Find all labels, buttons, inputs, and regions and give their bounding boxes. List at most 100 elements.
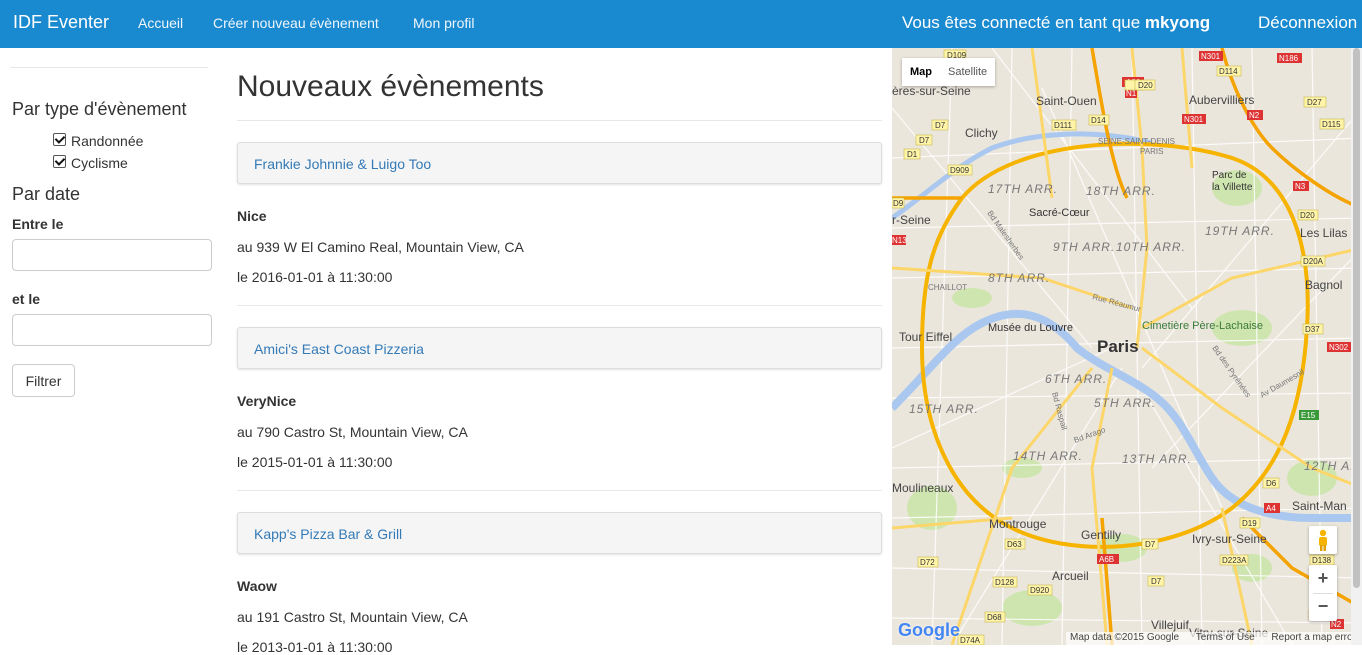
- username: mkyong: [1144, 13, 1211, 32]
- zoom-in-button[interactable]: +: [1309, 565, 1337, 593]
- svg-text:Gentilly: Gentilly: [1081, 528, 1121, 542]
- svg-text:Ivry-sur-Seine: Ivry-sur-Seine: [1192, 532, 1267, 546]
- svg-text:Moulineaux: Moulineaux: [892, 481, 953, 495]
- svg-text:r-Seine: r-Seine: [892, 213, 931, 227]
- scrollbar-thumb[interactable]: [1353, 48, 1360, 588]
- svg-text:D63: D63: [1007, 540, 1022, 549]
- svg-text:8TH ARR.: 8TH ARR.: [988, 271, 1050, 285]
- event-title-link[interactable]: Amici's East Coast Pizzeria: [254, 341, 424, 357]
- svg-text:N302: N302: [1329, 343, 1349, 352]
- svg-text:D19: D19: [1242, 519, 1257, 528]
- svg-text:9TH ARR.: 9TH ARR.: [1053, 240, 1115, 254]
- event-date: le 2016-01-01 à 11:30:00: [237, 269, 393, 285]
- event-name: VeryNice: [237, 393, 297, 409]
- svg-text:D37: D37: [1305, 325, 1320, 334]
- svg-text:D7: D7: [935, 121, 946, 130]
- event-date: le 2013-01-01 à 11:30:00: [237, 639, 393, 655]
- svg-text:N2: N2: [1249, 111, 1260, 120]
- svg-text:PARIS: PARIS: [1140, 147, 1163, 156]
- svg-text:D68: D68: [987, 613, 1002, 622]
- svg-text:Sacré-Cœur: Sacré-Cœur: [1029, 207, 1090, 219]
- sidebar-divider: [10, 67, 208, 68]
- title-divider: [237, 120, 882, 121]
- svg-text:D7: D7: [919, 136, 930, 145]
- svg-text:19TH ARR.: 19TH ARR.: [1205, 224, 1275, 238]
- svg-text:Les Lilas: Les Lilas: [1300, 226, 1347, 240]
- svg-text:15TH ARR.: 15TH ARR.: [909, 402, 979, 416]
- svg-text:D6: D6: [1266, 479, 1277, 488]
- svg-text:Saint-Ouen: Saint-Ouen: [1036, 94, 1097, 108]
- street-view-pegman-icon[interactable]: [1309, 526, 1337, 554]
- svg-text:D223A: D223A: [1222, 556, 1247, 565]
- event-title-link[interactable]: Frankie Johnnie & Luigo Too: [254, 156, 431, 172]
- checkbox-checked-icon[interactable]: [53, 132, 66, 146]
- svg-text:Bagnol: Bagnol: [1305, 278, 1342, 292]
- svg-text:10TH ARR.: 10TH ARR.: [1116, 240, 1186, 254]
- map-data-credit: Map data ©2015 Google: [1070, 632, 1180, 643]
- page-title: Nouveaux évènements: [237, 70, 544, 103]
- map-view[interactable]: D109 A86 N301 D114 N186 N1 D20 D27 D7 D1…: [892, 48, 1362, 645]
- svg-text:Cimetière Père-Lachaise: Cimetière Père-Lachaise: [1142, 320, 1263, 332]
- type-checkbox-randonnee[interactable]: Randonnée: [53, 132, 144, 149]
- svg-text:D72: D72: [920, 558, 935, 567]
- brand-link[interactable]: IDF Eventer: [13, 12, 109, 33]
- svg-text:D27: D27: [1307, 98, 1322, 107]
- to-date-input[interactable]: [12, 314, 212, 346]
- map-attribution: Map data ©2015 Google Terms of Use Repor…: [1066, 632, 1362, 645]
- type-label: Cyclisme: [71, 155, 128, 171]
- svg-text:D9: D9: [893, 199, 904, 208]
- svg-text:N301: N301: [1201, 52, 1221, 61]
- event-title-link[interactable]: Kapp's Pizza Bar & Grill: [254, 526, 402, 542]
- type-checkbox-cyclisme[interactable]: Cyclisme: [53, 154, 128, 171]
- nav-create-event[interactable]: Créer nouveau évènement: [213, 15, 379, 31]
- map-canvas[interactable]: D109 A86 N301 D114 N186 N1 D20 D27 D7 D1…: [892, 48, 1362, 645]
- svg-text:Arcueil: Arcueil: [1052, 569, 1089, 583]
- svg-text:D14: D14: [1091, 116, 1106, 125]
- terms-of-use-link[interactable]: Terms of Use: [1196, 632, 1255, 643]
- svg-text:D20: D20: [1300, 211, 1315, 220]
- checkbox-checked-icon[interactable]: [53, 154, 66, 168]
- type-label: Randonnée: [71, 133, 144, 149]
- svg-text:A4: A4: [1266, 504, 1276, 513]
- logout-link[interactable]: Déconnexion: [1258, 13, 1357, 33]
- svg-text:N301: N301: [1184, 115, 1204, 124]
- from-date-input[interactable]: [12, 239, 212, 271]
- from-date-label: Entre le: [12, 216, 64, 232]
- filter-button[interactable]: Filtrer: [12, 364, 75, 397]
- map-type-map-button[interactable]: Map: [902, 58, 940, 86]
- svg-text:D114: D114: [1219, 67, 1238, 76]
- svg-text:Tour Eiffel: Tour Eiffel: [899, 330, 952, 344]
- svg-text:N186: N186: [1279, 54, 1299, 63]
- svg-text:D920: D920: [1030, 586, 1050, 595]
- map-type-control: Map Satellite: [902, 58, 996, 86]
- svg-text:Paris: Paris: [1097, 337, 1139, 356]
- svg-text:D115: D115: [1322, 120, 1341, 129]
- zoom-divider: [1313, 593, 1333, 594]
- map-type-satellite-button[interactable]: Satellite: [940, 58, 995, 86]
- svg-text:la Villette: la Villette: [1212, 182, 1253, 193]
- zoom-control: + −: [1309, 565, 1337, 621]
- svg-text:N3: N3: [1295, 182, 1306, 191]
- to-date-label: et le: [12, 291, 41, 307]
- svg-text:Montrouge: Montrouge: [989, 517, 1047, 531]
- nav-home[interactable]: Accueil: [138, 15, 183, 31]
- svg-text:D909: D909: [950, 166, 970, 175]
- svg-text:D74A: D74A: [960, 636, 981, 645]
- svg-text:D111: D111: [1054, 121, 1072, 130]
- event-panel: Frankie Johnnie & Luigo Too: [237, 142, 882, 184]
- event-name: Waow: [237, 578, 277, 594]
- svg-text:D20: D20: [1138, 81, 1153, 90]
- svg-text:Musée du Louvre: Musée du Louvre: [988, 322, 1073, 334]
- svg-text:14TH ARR.: 14TH ARR.: [1013, 449, 1083, 463]
- report-map-error-link[interactable]: Report a map error: [1271, 632, 1355, 643]
- svg-text:N13: N13: [892, 236, 907, 245]
- connected-prefix: Vous êtes connecté en tant que: [902, 13, 1141, 32]
- event-panel: Amici's East Coast Pizzeria: [237, 327, 882, 369]
- page-scrollbar[interactable]: [1351, 48, 1362, 645]
- nav-profile[interactable]: Mon profil: [413, 15, 474, 31]
- svg-text:D7: D7: [1145, 540, 1156, 549]
- event-address: au 790 Castro St, Mountain View, CA: [237, 424, 468, 440]
- zoom-out-button[interactable]: −: [1309, 593, 1337, 621]
- event-address: au 191 Castro St, Mountain View, CA: [237, 609, 468, 625]
- google-logo[interactable]: Google: [898, 620, 960, 641]
